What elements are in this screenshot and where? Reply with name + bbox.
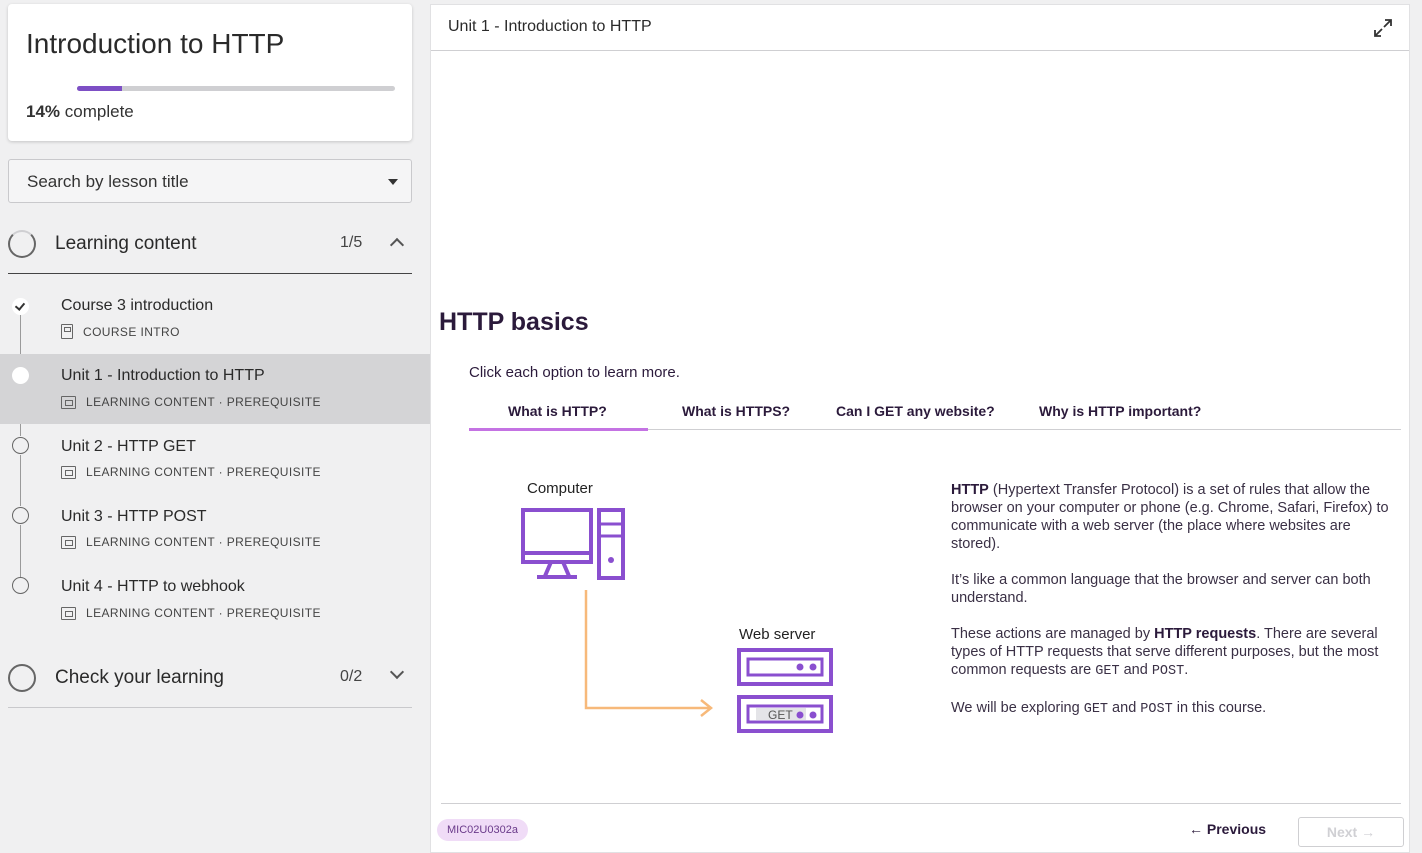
lesson-meta: COURSE INTRO: [61, 324, 180, 339]
active-tab-indicator: [469, 428, 648, 431]
lesson-status-icon: [12, 437, 29, 454]
tab-why-is-http-important[interactable]: Why is HTTP important?: [1039, 403, 1201, 419]
lesson-item-unit-2[interactable]: Unit 2 - HTTP GET LEARNING CONTENT · PRE…: [0, 425, 430, 495]
lesson-header-bar: Unit 1 - Introduction to HTTP: [431, 5, 1409, 51]
description-paragraph: It’s like a common language that the bro…: [951, 572, 1371, 606]
lesson-header-title: Unit 1 - Introduction to HTTP: [448, 18, 652, 35]
progress-percent: 14%: [26, 102, 61, 121]
document-icon: [61, 324, 73, 339]
request-arrow-icon: [584, 590, 714, 717]
tab-can-i-get-any-website[interactable]: Can I GET any website?: [836, 403, 995, 419]
tab-what-is-http[interactable]: What is HTTP?: [508, 403, 607, 419]
description-text: We will be exploring: [951, 700, 1084, 716]
description-paragraph: We will be exploring GET and POST in thi…: [951, 699, 1391, 719]
lesson-status-icon: [12, 577, 29, 594]
lesson-title: Unit 2 - HTTP GET: [61, 438, 196, 455]
description-paragraph: These actions are managed by HTTP reques…: [951, 625, 1391, 681]
lesson-search-dropdown[interactable]: Search by lesson title: [8, 159, 412, 203]
footer-divider: [441, 803, 1401, 804]
course-progress-fill: [77, 86, 122, 91]
lesson-title: Course 3 introduction: [61, 297, 214, 314]
expand-icon[interactable]: [1373, 18, 1393, 38]
code-term: GET: [1095, 664, 1120, 679]
chevron-up-icon[interactable]: [389, 237, 405, 253]
lesson-item-unit-4[interactable]: Unit 4 - HTTP to webhook LEARNING CONTEN…: [0, 565, 430, 635]
content-icon: [61, 395, 76, 409]
lesson-meta: LEARNING CONTENT · PREREQUISITE: [61, 395, 321, 409]
tab-what-is-https[interactable]: What is HTTPS?: [682, 403, 790, 419]
lesson-meta-text: LEARNING CONTENT · PREREQUISITE: [86, 465, 321, 479]
section-title: Check your learning: [55, 667, 224, 688]
section-progress-ring-icon: [8, 664, 36, 692]
content-icon: [61, 606, 76, 620]
description-text: in this course.: [1172, 700, 1267, 716]
progress-text: 14% complete: [26, 102, 134, 122]
code-term: POST: [1140, 702, 1173, 717]
section-count: 1/5: [340, 234, 363, 251]
lesson-item-unit-3[interactable]: Unit 3 - HTTP POST LEARNING CONTENT · PR…: [0, 495, 430, 565]
course-title: Introduction to HTTP: [26, 28, 285, 59]
description-text: and: [1119, 662, 1152, 678]
topic-tabs: What is HTTP? What is HTTPS? Can I GET a…: [469, 398, 1401, 431]
section-count: 0/2: [340, 668, 363, 685]
http-request-diagram: GET: [521, 508, 833, 733]
instruction-text: Click each option to learn more.: [469, 364, 680, 381]
previous-button[interactable]: ← Previous: [1189, 821, 1266, 837]
bold-term: HTTP: [951, 482, 989, 498]
lesson-meta-text: LEARNING CONTENT · PREREQUISITE: [86, 535, 321, 549]
lesson-complete-icon: [12, 298, 29, 315]
description-paragraph: HTTP (Hypertext Transfer Protocol) is a …: [951, 481, 1391, 553]
content-code-badge: MIC02U0302a: [437, 819, 528, 841]
lesson-meta: LEARNING CONTENT · PREREQUISITE: [61, 465, 321, 479]
lesson-content-panel: Unit 1 - Introduction to HTTP HTTP basic…: [430, 4, 1410, 853]
chevron-down-icon[interactable]: [389, 664, 405, 680]
lesson-meta-text: COURSE INTRO: [83, 324, 180, 339]
course-sidebar: Introduction to HTTP 14% complete Search…: [0, 0, 430, 853]
section-check-your-learning[interactable]: Check your learning 0/2: [8, 648, 412, 708]
lesson-title: Unit 3 - HTTP POST: [61, 508, 207, 525]
next-button[interactable]: Next →: [1298, 817, 1404, 847]
content-icon: [61, 535, 76, 549]
description-text: (Hypertext Transfer Protocol) is a set o…: [951, 482, 1389, 552]
section-learning-content[interactable]: Learning content 1/5: [8, 214, 412, 274]
lesson-meta: LEARNING CONTENT · PREREQUISITE: [61, 535, 321, 549]
course-progress-card: Introduction to HTTP 14% complete: [8, 4, 412, 141]
topic-description: HTTP (Hypertext Transfer Protocol) is a …: [951, 481, 1391, 737]
section-title: Learning content: [55, 233, 197, 254]
lesson-search-placeholder: Search by lesson title: [27, 172, 189, 191]
section-heading: HTTP basics: [439, 308, 589, 336]
code-term: GET: [1083, 702, 1109, 717]
lesson-current-icon: [12, 367, 29, 384]
caret-down-icon: [388, 179, 398, 185]
lesson-status-icon: [12, 507, 29, 524]
description-text: These actions are managed by: [951, 626, 1155, 642]
lesson-title: Unit 4 - HTTP to webhook: [61, 578, 245, 595]
lesson-item-course-3-introduction[interactable]: Course 3 introduction COURSE INTRO: [0, 284, 430, 354]
computer-icon: [521, 508, 625, 580]
get-request-label: GET: [768, 708, 793, 722]
bold-term: HTTP requests: [1154, 626, 1257, 642]
description-text: .: [1184, 662, 1189, 678]
course-progress-bar: [77, 86, 395, 91]
section-progress-ring-icon: [8, 230, 36, 258]
lesson-title: Unit 1 - Introduction to HTTP: [61, 367, 265, 384]
checkmark-icon: [14, 300, 26, 311]
description-text: and: [1108, 700, 1141, 716]
lesson-meta-text: LEARNING CONTENT · PREREQUISITE: [86, 606, 321, 620]
lesson-meta: LEARNING CONTENT · PREREQUISITE: [61, 606, 321, 620]
content-icon: [61, 465, 76, 479]
code-term: POST: [1151, 664, 1185, 679]
lesson-item-unit-1[interactable]: Unit 1 - Introduction to HTTP LEARNING C…: [0, 354, 430, 424]
progress-suffix: complete: [64, 102, 134, 121]
lesson-meta-text: LEARNING CONTENT · PREREQUISITE: [86, 395, 321, 409]
